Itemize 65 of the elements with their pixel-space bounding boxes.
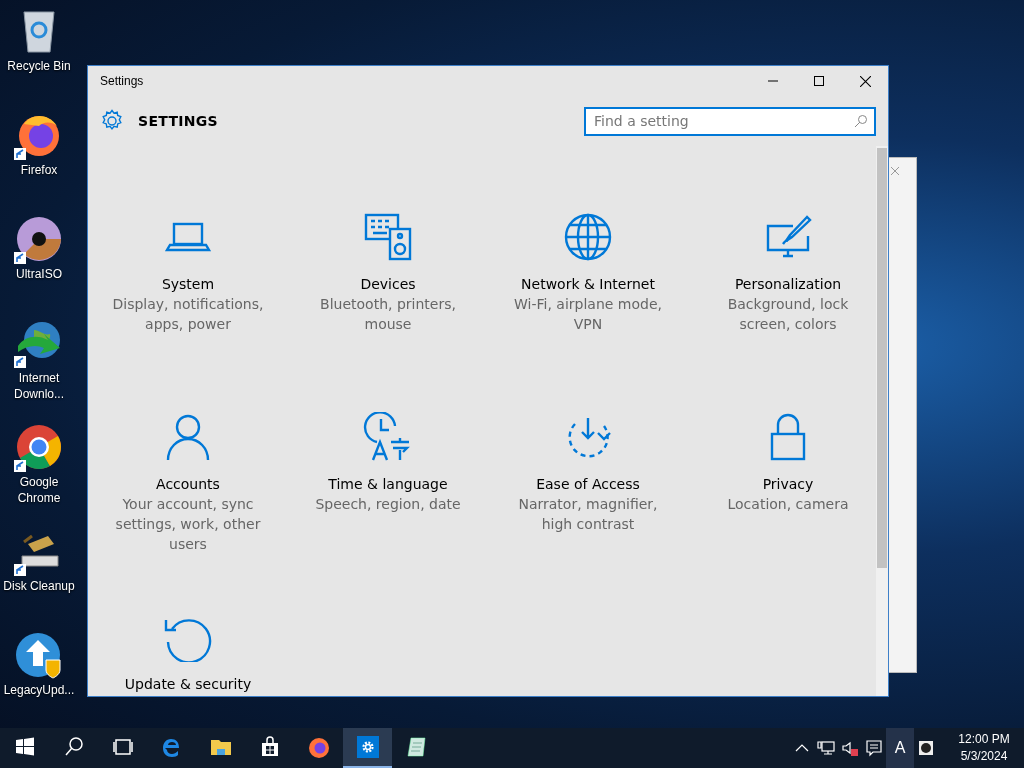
- disc-icon: [14, 214, 64, 264]
- close-icon: [890, 166, 900, 176]
- desktop-icon[interactable]: Firefox: [0, 110, 78, 214]
- taskbar-button[interactable]: [343, 728, 392, 768]
- settings-category[interactable]: Privacy Location, camera: [688, 412, 876, 612]
- category-description: Your account, sync settings, work, other users: [114, 495, 262, 554]
- firefox-icon: [306, 735, 331, 759]
- desktop-icon-label: UltraISO: [15, 266, 63, 282]
- scrollbar-thumb[interactable]: [877, 148, 887, 568]
- close-icon: [859, 75, 871, 87]
- scrollbar[interactable]: [876, 146, 888, 696]
- globe-icon: [563, 212, 613, 262]
- speaker-muted-icon: [841, 739, 859, 757]
- desktop-icon[interactable]: Disk Cleanup: [0, 526, 78, 630]
- category-description: Display, notifications, apps, power: [111, 295, 265, 334]
- category-title: Accounts: [156, 475, 220, 494]
- settings-category[interactable]: Network & Internet Wi-Fi, airplane mode, VPN: [488, 212, 688, 412]
- window-title: Settings: [99, 74, 145, 88]
- chrome-icon: [14, 422, 64, 472]
- settings-category[interactable]: System Display, notifications, apps, power: [88, 212, 288, 412]
- gear-icon: [355, 735, 380, 759]
- message-icon: [865, 739, 883, 757]
- category-description: Bluetooth, printers, mouse: [319, 295, 457, 334]
- search-icon: [854, 113, 868, 128]
- category-title: Devices: [360, 275, 416, 294]
- clock-date: 5/3/2024: [960, 748, 1008, 765]
- desktop-icon[interactable]: Internet Downlo...: [0, 318, 78, 422]
- desktop-icon[interactable]: Recycle Bin: [0, 6, 78, 110]
- desktop-icon[interactable]: Google Chrome: [0, 422, 78, 526]
- category-title: Personalization: [734, 275, 842, 294]
- desktop-icon-label: Firefox: [19, 162, 59, 178]
- category-description: Narrator, magnifier, high contrast: [517, 495, 659, 534]
- settings-category[interactable]: Personalization Background, lock screen, colors: [688, 212, 876, 412]
- desktop-icon[interactable]: UltraISO: [0, 214, 78, 318]
- desktop-icon-label: Recycle Bin: [6, 58, 72, 74]
- app-icon: [917, 739, 935, 757]
- category-title: Time & language: [328, 475, 448, 494]
- category-title: Privacy: [762, 475, 814, 494]
- category-title: System: [161, 275, 215, 294]
- settings-category[interactable]: Time & language Speech, region, date: [288, 412, 488, 612]
- search-field[interactable]: Find a setting: [584, 106, 876, 136]
- keyboard-speaker-icon: [363, 212, 413, 262]
- desktop-icon-label: LegacyUpd...: [2, 682, 76, 698]
- category-description: Location, camera: [726, 495, 850, 514]
- network-icon: [817, 739, 835, 757]
- desktop-icon-label: Google Chrome: [16, 474, 62, 506]
- maximize-icon: [814, 76, 824, 86]
- desktop-icon-label: Disk Cleanup: [2, 578, 76, 594]
- update-shield-icon: [14, 630, 64, 680]
- clock-time: 12:00 PM: [958, 731, 1010, 748]
- settings-category[interactable]: Accounts Your account, sync settings, work, other users: [88, 412, 288, 612]
- settings-category[interactable]: Ease of Access Narrator, magnifier, high contrast: [488, 412, 688, 612]
- category-description: Speech, region, date: [314, 495, 462, 514]
- category-title: Update & security: [124, 675, 252, 694]
- category-title: Ease of Access: [536, 475, 640, 494]
- notepad-icon: [404, 735, 429, 759]
- desktop-icon-label: Internet Downlo...: [13, 370, 65, 402]
- desktop-icon[interactable]: LegacyUpd...: [0, 630, 78, 728]
- category-title: Network & Internet: [521, 275, 655, 294]
- category-description: Background, lock screen, colors: [726, 295, 850, 334]
- page-heading: SETTINGS: [138, 113, 219, 129]
- settings-category[interactable]: Devices Bluetooth, printers, mouse: [288, 212, 488, 412]
- category-description: Wi-Fi, airplane mode, VPN: [513, 295, 663, 334]
- settings-category[interactable]: Update & security: [88, 612, 288, 696]
- input-indicator-button[interactable]: A: [886, 728, 914, 768]
